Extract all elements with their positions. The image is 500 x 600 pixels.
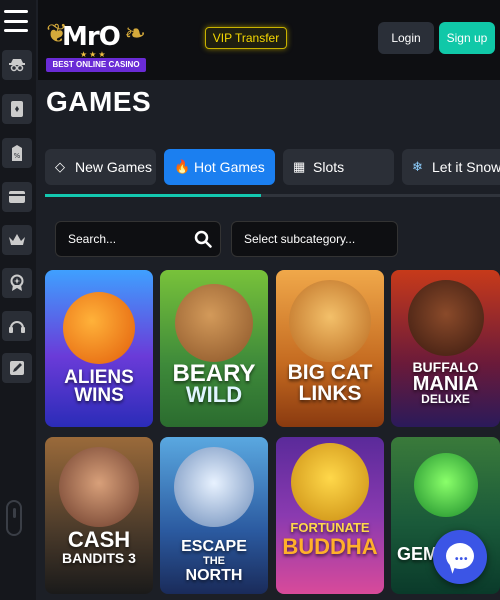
game-title: ESCAPE (181, 538, 247, 555)
logo-wordmark: MrO (62, 22, 121, 52)
sidebar-item-promotions[interactable]: % (2, 138, 32, 168)
game-title: NORTH (185, 567, 243, 584)
tab-label: New Games (75, 159, 153, 175)
scroll-indicator[interactable] (6, 500, 22, 536)
snowflake-icon: ❄ (412, 159, 423, 174)
flame-icon: 🔥 (174, 159, 191, 174)
game-art (291, 443, 369, 521)
game-title: BUFFALO (412, 359, 479, 375)
sidebar-item-blog[interactable] (2, 353, 32, 383)
crown-icon (9, 234, 25, 245)
game-title: MANIA (412, 373, 479, 395)
game-card-fortunate-buddha[interactable]: FORTUNATE BUDDHA (276, 437, 384, 594)
game-art (413, 453, 478, 517)
edit-note-icon (10, 361, 24, 375)
game-title: WINS (74, 385, 124, 406)
diamond-icon: ◇ (55, 159, 65, 174)
header: ❦ ❧ MrO ★★★ BEST ONLINE CASINO VIP Trans… (38, 0, 500, 80)
tabs-active-indicator (45, 194, 261, 197)
sidebar-item-cards[interactable] (2, 94, 32, 124)
logo-tagline: BEST ONLINE CASINO (46, 58, 146, 72)
game-title: LINKS (298, 382, 362, 405)
game-art (175, 284, 253, 362)
svg-text:%: % (14, 152, 21, 160)
logo[interactable]: ❦ ❧ MrO ★★★ BEST ONLINE CASINO (46, 14, 146, 72)
typing-dots-icon: ••• (455, 554, 469, 565)
game-art (174, 447, 254, 527)
hat-glasses-icon (9, 59, 25, 72)
vip-transfer-button[interactable]: VIP Transfer (205, 27, 287, 49)
game-card-beary-wild[interactable]: BEARY WILD (160, 270, 268, 427)
chat-button[interactable]: ••• (433, 530, 487, 584)
search-icon[interactable] (194, 230, 212, 248)
login-button[interactable]: Login (378, 22, 434, 54)
game-card-big-cat-links[interactable]: BIG CAT LINKS (276, 270, 384, 427)
sidebar-item-vip[interactable] (2, 225, 32, 255)
game-title: DELUXE (421, 392, 470, 406)
search-input[interactable] (68, 222, 188, 256)
award-badge-icon (10, 274, 24, 291)
search-box (55, 221, 221, 257)
tag-icon: % (12, 145, 22, 161)
game-title: BIG CAT (287, 361, 373, 384)
game-art (59, 447, 139, 527)
game-art (407, 280, 484, 356)
game-card-cash-bandits-3[interactable]: CASH BANDITS 3 (45, 437, 153, 594)
game-card-aliens-wins[interactable]: ALIENS WINS (45, 270, 153, 427)
sidebar-item-hat[interactable] (2, 50, 32, 80)
laurel-right-icon: ❧ (124, 18, 146, 48)
tab-let-it-snow[interactable]: ❄ Let it Snow (402, 149, 500, 185)
tab-label: Hot Games (194, 159, 265, 175)
sidebar-item-payments[interactable] (2, 182, 32, 212)
credit-card-icon (9, 191, 25, 203)
tab-label: Let it Snow (432, 159, 500, 175)
tab-label: Slots (313, 159, 345, 175)
category-tabs: ◇ New Games 🔥 Hot Games ▦ Slots ❄ Let it… (45, 149, 500, 187)
page-title: GAMES (46, 86, 152, 117)
playing-card-icon (11, 101, 23, 117)
menu-icon[interactable] (4, 10, 28, 32)
game-title: BUDDHA (282, 534, 378, 559)
game-art (289, 280, 371, 362)
game-art (63, 292, 135, 364)
sidebar-item-loyalty[interactable] (2, 268, 32, 298)
sidebar-item-support[interactable] (2, 311, 32, 341)
game-title: FORTUNATE (290, 520, 370, 535)
sidebar: % (0, 0, 36, 600)
tab-slots[interactable]: ▦ Slots (283, 149, 394, 185)
tab-new-games[interactable]: ◇ New Games (45, 149, 156, 185)
game-card-escape-the-north[interactable]: ESCAPE THE NORTH (160, 437, 268, 594)
tab-hot-games[interactable]: 🔥 Hot Games (164, 149, 275, 185)
game-card-buffalo-mania-deluxe[interactable]: BUFFALO MANIA DELUXE (391, 270, 500, 427)
signup-button[interactable]: Sign up (439, 22, 495, 54)
game-title: THE (203, 555, 225, 567)
game-title: WILD (185, 382, 243, 407)
subcategory-select[interactable]: Select subcategory... (231, 221, 398, 257)
game-title: BANDITS 3 (62, 550, 136, 566)
headset-icon (9, 321, 25, 333)
game-title: CASH (67, 527, 131, 552)
slot-machine-icon: ▦ (293, 159, 306, 174)
